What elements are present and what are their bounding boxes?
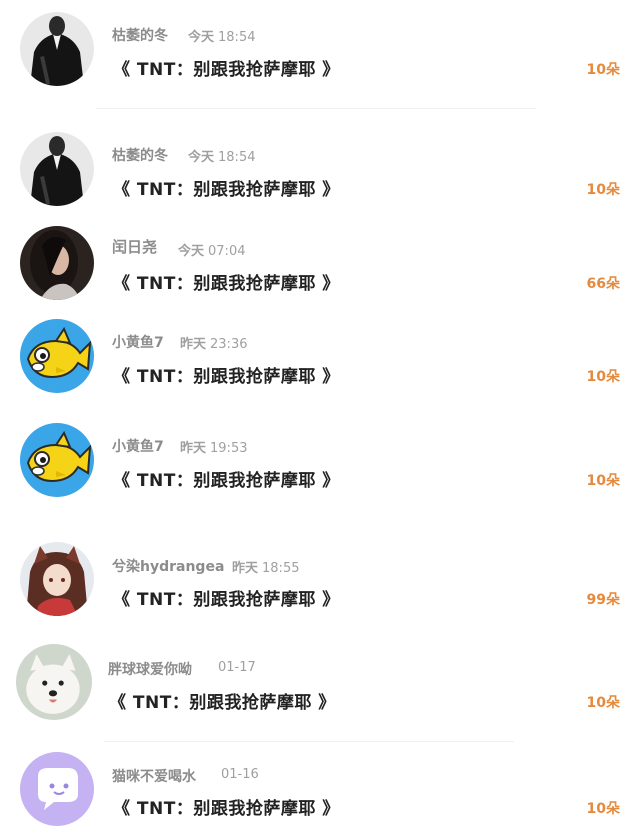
username[interactable]: 枯萎的冬 <box>112 145 168 165</box>
avatar[interactable] <box>16 644 92 720</box>
avatar[interactable] <box>20 12 94 86</box>
timestamp-time: 19:53 <box>210 441 248 456</box>
timestamp-time: 18:54 <box>218 30 256 45</box>
flower-count: 10朵 <box>586 182 620 198</box>
timestamp: 今天 07:04 <box>178 240 245 259</box>
timestamp-day: 今天 <box>178 244 205 259</box>
gift-title: 《 TNT：别跟我抢萨摩耶 》 <box>113 590 340 610</box>
timestamp: 今天 18:54 <box>188 26 255 45</box>
flower-count: 10朵 <box>586 473 620 489</box>
avatar-white-dog-image <box>16 644 92 720</box>
timestamp: 昨天 18:55 <box>232 557 299 576</box>
gift-title: 《 TNT：别跟我抢萨摩耶 》 <box>113 180 340 200</box>
list-item[interactable]: 小黄鱼7 昨天 23:36 《 TNT：别跟我抢萨摩耶 》 10朵 <box>0 315 640 395</box>
timestamp-time: 18:55 <box>262 561 300 576</box>
avatar[interactable] <box>20 752 94 826</box>
divider <box>104 741 514 742</box>
avatar-dark-suit-image <box>20 12 94 86</box>
timestamp-time: 18:54 <box>218 150 256 165</box>
timestamp-time: 01-16 <box>221 767 259 782</box>
timestamp: 昨天 23:36 <box>180 333 247 352</box>
timestamp: 昨天 19:53 <box>180 437 247 456</box>
timestamp-time: 23:36 <box>210 337 248 352</box>
list-item[interactable]: 胖球球爱你呦 01-17 《 TNT：别跟我抢萨摩耶 》 10朵 <box>0 642 640 722</box>
username[interactable]: 枯萎的冬 <box>112 25 168 45</box>
timestamp-time: 01-17 <box>218 660 256 675</box>
avatar-dark-suit-image <box>20 132 94 206</box>
gift-title: 《 TNT：别跟我抢萨摩耶 》 <box>109 693 336 713</box>
avatar[interactable] <box>20 226 94 300</box>
timestamp-time: 07:04 <box>208 244 246 259</box>
list-item[interactable]: 枯萎的冬 今天 18:54 《 TNT：别跟我抢萨摩耶 》 10朵 <box>0 128 640 208</box>
avatar-girl-portrait-image <box>20 226 94 300</box>
flower-count: 99朵 <box>586 592 620 608</box>
timestamp: 01-16 <box>217 767 259 782</box>
avatar-purple-chat-bubble-image <box>20 752 94 826</box>
list-item[interactable]: 闰日尧 今天 07:04 《 TNT：别跟我抢萨摩耶 》 66朵 <box>0 222 640 302</box>
avatar[interactable] <box>20 319 94 393</box>
divider <box>96 108 536 109</box>
list-item[interactable]: 猫咪不爱喝水 01-16 《 TNT：别跟我抢萨摩耶 》 10朵 <box>0 750 640 830</box>
avatar-yellow-fish-image <box>20 423 94 497</box>
username[interactable]: 胖球球爱你呦 <box>108 659 192 679</box>
flower-count: 10朵 <box>586 801 620 817</box>
list-item[interactable]: 小黄鱼7 昨天 19:53 《 TNT：别跟我抢萨摩耶 》 10朵 <box>0 419 640 499</box>
gift-title: 《 TNT：别跟我抢萨摩耶 》 <box>113 799 340 819</box>
timestamp-day: 昨天 <box>232 561 259 576</box>
avatar-anime-fox-girl-image <box>20 542 94 616</box>
avatar[interactable] <box>20 542 94 616</box>
list-item[interactable]: 枯萎的冬 今天 18:54 《 TNT：别跟我抢萨摩耶 》 10朵 <box>0 8 640 88</box>
flower-count: 10朵 <box>586 62 620 78</box>
gift-title: 《 TNT：别跟我抢萨摩耶 》 <box>113 367 340 387</box>
timestamp-day: 今天 <box>188 150 215 165</box>
gift-title: 《 TNT：别跟我抢萨摩耶 》 <box>113 60 340 80</box>
timestamp-day: 昨天 <box>180 337 207 352</box>
gift-title: 《 TNT：别跟我抢萨摩耶 》 <box>113 274 340 294</box>
avatar-yellow-fish-image <box>20 319 94 393</box>
username[interactable]: 小黄鱼7 <box>112 332 164 352</box>
timestamp: 今天 18:54 <box>188 146 255 165</box>
gift-title: 《 TNT：别跟我抢萨摩耶 》 <box>113 471 340 491</box>
avatar[interactable] <box>20 423 94 497</box>
username[interactable]: 小黄鱼7 <box>112 436 164 456</box>
avatar[interactable] <box>20 132 94 206</box>
username[interactable]: 闰日尧 <box>112 236 157 257</box>
list-item[interactable]: 兮染hydrangea 昨天 18:55 《 TNT：别跟我抢萨摩耶 》 99朵 <box>0 539 640 619</box>
username[interactable]: 兮染hydrangea <box>112 556 224 576</box>
flower-count: 66朵 <box>586 276 620 292</box>
flower-count: 10朵 <box>586 695 620 711</box>
timestamp-day: 昨天 <box>180 441 207 456</box>
flower-count: 10朵 <box>586 369 620 385</box>
timestamp-day: 今天 <box>188 30 215 45</box>
username[interactable]: 猫咪不爱喝水 <box>112 766 196 786</box>
timestamp: 01-17 <box>214 660 256 675</box>
